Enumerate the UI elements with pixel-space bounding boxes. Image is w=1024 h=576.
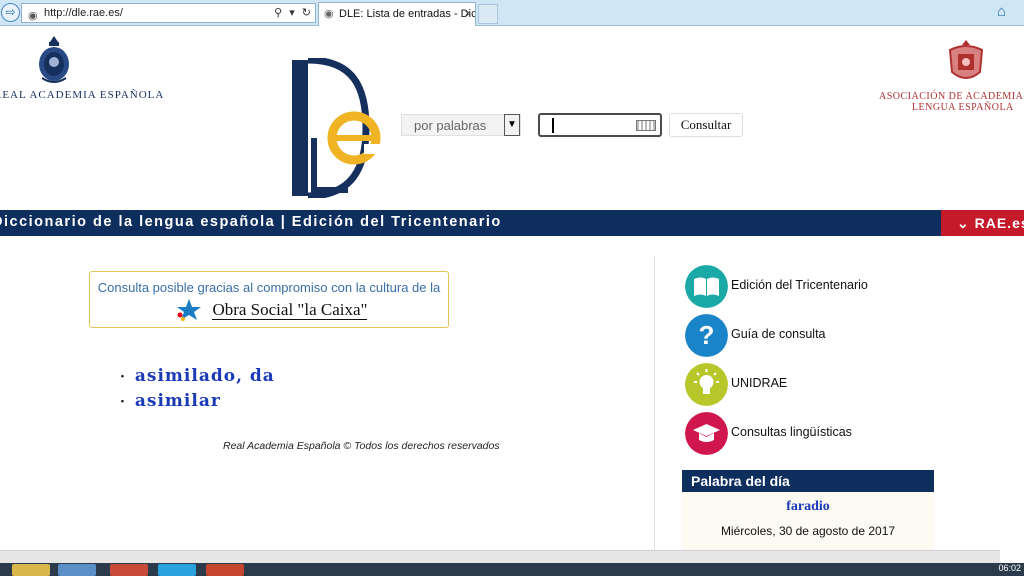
back-button[interactable]: ⇨ bbox=[1, 3, 20, 22]
consultar-button[interactable]: Consultar bbox=[669, 113, 743, 137]
asale-name-line1: ASOCIACIÓN DE ACADEMIAS DE bbox=[879, 91, 1024, 102]
sidebar-item-label: Consultas lingüísticas bbox=[731, 425, 852, 439]
dictionary-title: Diccionario de la lengua española | Edic… bbox=[0, 214, 502, 230]
word-of-day-date: Miércoles, 30 de agosto de 2017 bbox=[720, 524, 896, 538]
sidebar-item-label: Edición del Tricentenario bbox=[731, 278, 868, 292]
rae-emblem-icon[interactable] bbox=[36, 34, 72, 86]
asale-emblem-icon[interactable] bbox=[944, 38, 988, 86]
sponsor-text: Consulta posible gracias al compromiso c… bbox=[97, 280, 441, 295]
question-icon: ? bbox=[685, 314, 728, 357]
word-of-day-word[interactable]: faradio bbox=[682, 499, 934, 515]
result-link[interactable]: asimilar bbox=[135, 391, 221, 411]
chevron-down-icon[interactable]: ▼ bbox=[504, 114, 520, 136]
result-item[interactable]: · asimilado, da bbox=[120, 364, 275, 389]
keyboard-icon[interactable] bbox=[636, 120, 656, 131]
os-taskbar: 06:02 bbox=[0, 563, 1024, 576]
book-icon bbox=[685, 265, 728, 308]
home-icon[interactable]: ⌂ bbox=[997, 3, 1006, 20]
text-cursor bbox=[552, 118, 554, 133]
sponsor-banner[interactable]: Consulta posible gracias al compromiso c… bbox=[89, 271, 449, 328]
clock: 06:02 bbox=[998, 563, 1021, 573]
sidebar-item-guia[interactable]: ? Guía de consulta bbox=[682, 312, 942, 357]
result-link[interactable]: asimilado, da bbox=[135, 366, 275, 386]
browser-toolbar: ⇨ ◉ http://dle.rae.es/ ⚲ ▾ ↻ ◉ DLE: List… bbox=[0, 0, 1024, 26]
lacaixa-logo[interactable]: Obra Social "la Caixa" bbox=[174, 297, 368, 321]
graduation-cap-icon bbox=[685, 412, 728, 455]
search-input[interactable] bbox=[538, 113, 662, 137]
powerpoint-icon[interactable] bbox=[206, 564, 244, 576]
internet-explorer-icon[interactable] bbox=[58, 564, 96, 576]
word-of-day-panel: Palabra del día faradio Miércoles, 30 de… bbox=[682, 470, 934, 550]
svg-text:?: ? bbox=[699, 320, 715, 350]
sidebar-item-consultas[interactable]: Consultas lingüísticas bbox=[682, 410, 942, 455]
new-tab-button[interactable] bbox=[478, 4, 498, 24]
page-header: REAL ACADEMIA ESPAÑOLA por palabras ▼ Co… bbox=[0, 26, 1024, 210]
chrome-icon[interactable] bbox=[110, 564, 148, 576]
address-bar[interactable]: ◉ http://dle.rae.es/ ⚲ ▾ ↻ bbox=[21, 3, 316, 23]
results-list: · asimilado, da · asimilar bbox=[120, 364, 275, 414]
column-divider bbox=[654, 256, 655, 550]
word-of-day-heading: Palabra del día bbox=[682, 470, 934, 492]
bullet: · bbox=[120, 394, 126, 410]
rae-link-button[interactable]: ⌄ RAE.es bbox=[941, 210, 1024, 236]
address-url: http://dle.rae.es/ bbox=[44, 7, 123, 19]
horizontal-scrollbar[interactable] bbox=[0, 550, 1000, 563]
sidebar-item-label: Guía de consulta bbox=[731, 327, 826, 341]
site-favicon-icon: ◉ bbox=[28, 10, 38, 22]
sidebar-item-label: UNIDRAE bbox=[731, 376, 788, 390]
search-mode-value: por palabras bbox=[414, 118, 487, 133]
sidebar-item-tricentenario[interactable]: Edición del Tricentenario bbox=[682, 263, 942, 308]
result-item[interactable]: · asimilar bbox=[120, 389, 275, 414]
main-content: Consulta posible gracias al compromiso c… bbox=[0, 236, 654, 550]
skype-icon[interactable] bbox=[158, 564, 196, 576]
chevron-down-icon: ⌄ bbox=[957, 215, 970, 231]
asale-name[interactable]: ASOCIACIÓN DE ACADEMIAS DE LENGUA ESPAÑO… bbox=[879, 91, 1024, 113]
tab-favicon-icon: ◉ bbox=[324, 8, 334, 20]
tab-title: DLE: Lista de entradas - Dic... bbox=[339, 8, 476, 20]
bullet: · bbox=[120, 369, 126, 385]
refresh-icon[interactable]: ↻ bbox=[302, 7, 311, 19]
file-explorer-icon[interactable] bbox=[12, 564, 50, 576]
lacaixa-star-icon bbox=[177, 299, 201, 321]
rae-link-label: RAE.es bbox=[974, 215, 1024, 231]
lacaixa-brand: Obra Social "la Caixa" bbox=[212, 299, 368, 320]
copyright-footer: Real Academia Española © Todos los derec… bbox=[223, 440, 500, 452]
rae-name[interactable]: REAL ACADEMIA ESPAÑOLA bbox=[0, 89, 164, 101]
tab-close-icon[interactable]: × bbox=[465, 3, 471, 25]
dictionary-navbar: Diccionario de la lengua española | Edic… bbox=[0, 210, 1024, 236]
tab-active[interactable]: ◉ DLE: Lista de entradas - Dic... × bbox=[318, 2, 476, 26]
asale-name-line2: LENGUA ESPAÑOLA bbox=[911, 102, 1014, 113]
dle-logo[interactable] bbox=[284, 58, 384, 198]
lightbulb-icon bbox=[685, 363, 728, 406]
search-icon[interactable]: ⚲ bbox=[274, 7, 282, 19]
dropdown-icon[interactable]: ▾ bbox=[289, 7, 295, 19]
sidebar-item-unidrae[interactable]: UNIDRAE bbox=[682, 361, 942, 406]
search-mode-select[interactable]: por palabras ▼ bbox=[401, 114, 521, 136]
